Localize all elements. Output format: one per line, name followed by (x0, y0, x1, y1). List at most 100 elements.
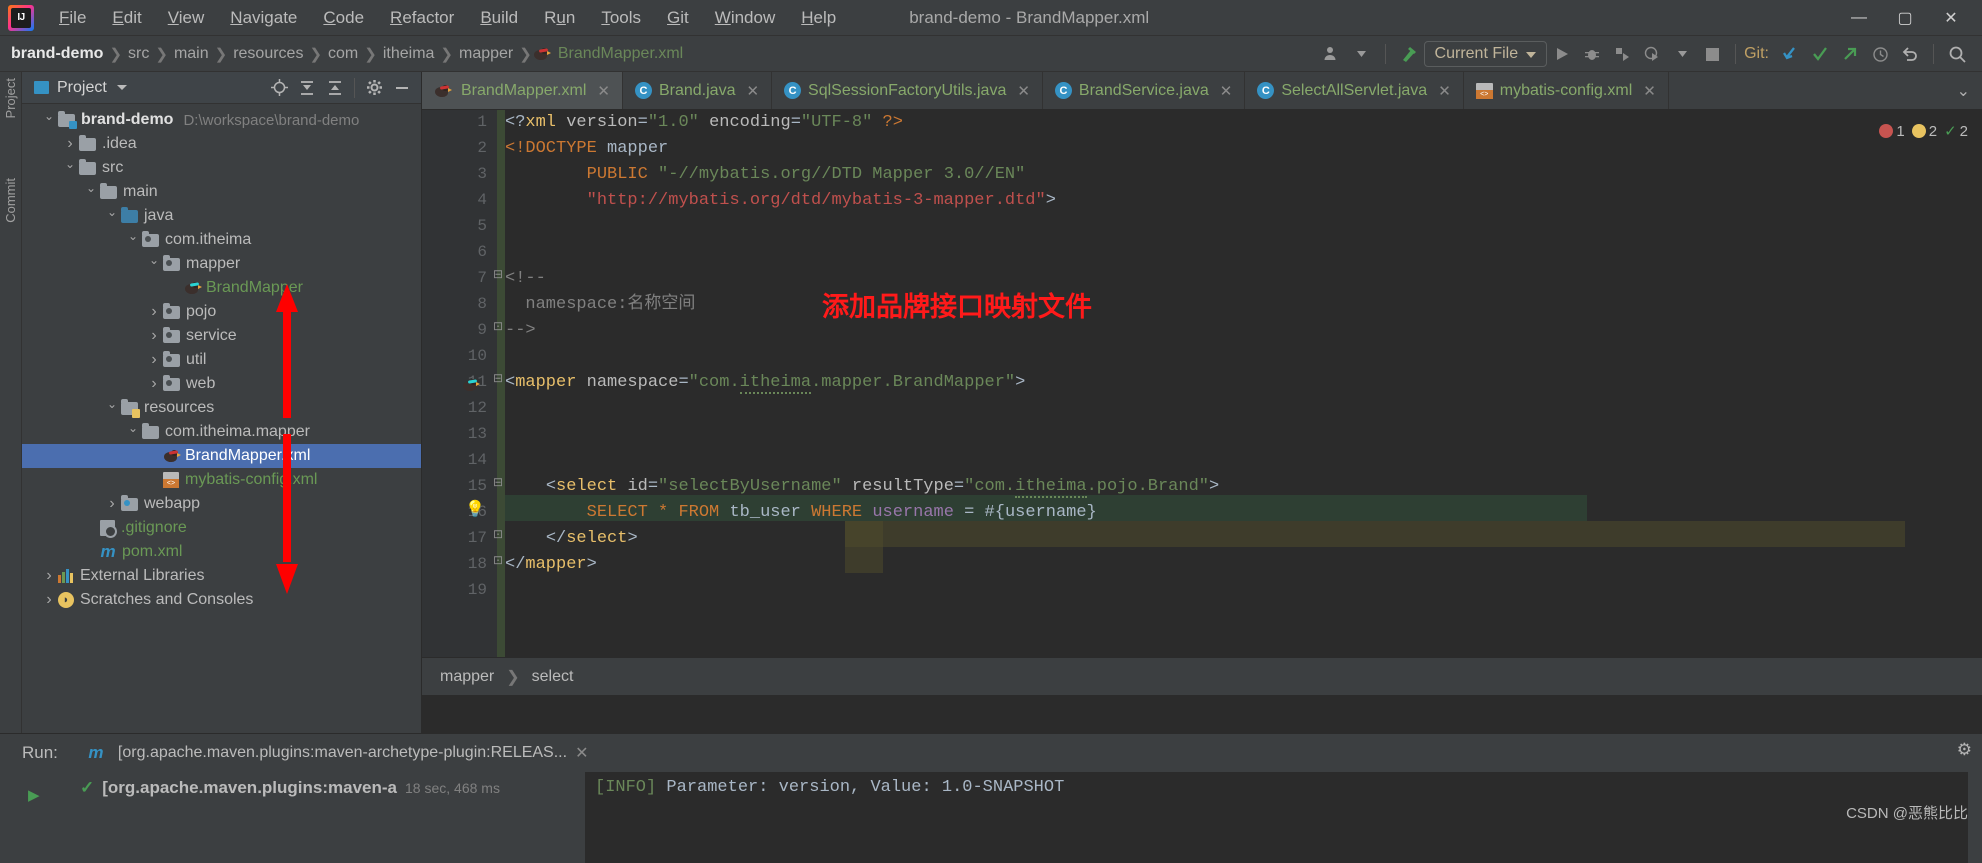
tree-item--gitignore[interactable]: .gitignore (22, 516, 421, 540)
locate-icon[interactable] (266, 75, 292, 101)
menu-window[interactable]: Window (702, 4, 788, 32)
editor-tab-brandmapper-xml[interactable]: BrandMapper.xml ✕ (422, 72, 623, 109)
editor-tab-brandservice-java[interactable]: C BrandService.java ✕ (1043, 72, 1246, 109)
chevron-down-icon[interactable] (61, 161, 79, 175)
tree-item-java[interactable]: java (22, 204, 421, 228)
tree-item-webapp[interactable]: webapp (22, 492, 421, 516)
chevron-right-icon[interactable] (61, 135, 79, 153)
menu-build[interactable]: Build (467, 4, 531, 32)
chevron-down-icon[interactable] (82, 185, 100, 199)
inspection-status[interactable]: 1 2 ✓ 2 (1879, 122, 1968, 140)
run-tab[interactable]: m [org.apache.maven.plugins:maven-archet… (88, 743, 588, 763)
editor-tab-brand-java[interactable]: C Brand.java ✕ (623, 72, 773, 109)
fold-marker-select-start[interactable]: ⊟ (493, 475, 503, 489)
close-tab-icon[interactable]: ✕ (746, 82, 759, 100)
tree-item-com-itheima[interactable]: com.itheima (22, 228, 421, 252)
tree-item-brandmapper[interactable]: BrandMapper (22, 276, 421, 300)
chevron-right-icon[interactable] (145, 327, 163, 345)
menu-code[interactable]: Code (310, 4, 377, 32)
intention-bulb-icon[interactable]: 💡 (465, 499, 485, 519)
console-scrollbar[interactable] (1968, 772, 1982, 863)
stripe-button-commit[interactable]: Commit (3, 178, 18, 223)
more-tabs-chevron-icon[interactable]: ⌄ (1945, 72, 1982, 109)
stripe-button-project[interactable]: Project (3, 78, 18, 118)
breadcrumb-item-0[interactable]: brand-demo (6, 45, 108, 63)
fold-marker-select-end[interactable]: ⊡ (493, 527, 503, 541)
debug-icon[interactable] (1577, 39, 1607, 69)
tree-item-scratches-and-consoles[interactable]: Scratches and Consoles (22, 588, 421, 612)
menu-view[interactable]: View (155, 4, 218, 32)
code-editor[interactable]: 1 2 3 4 5 6 7 8 9 10 11 12 13 14 15 16 1… (422, 110, 1982, 695)
fold-marker-comment-start[interactable]: ⊟ (493, 267, 503, 281)
breadcrumb-item-2[interactable]: main (169, 45, 214, 63)
close-tab-icon[interactable]: ✕ (1438, 82, 1451, 100)
search-everywhere-icon[interactable] (1942, 39, 1972, 69)
chevron-down-icon[interactable] (145, 257, 163, 271)
warning-count-badge[interactable]: 2 (1911, 123, 1937, 140)
chevron-down-icon[interactable] (40, 113, 58, 127)
chevron-down-icon[interactable] (116, 85, 127, 90)
chevron-right-icon[interactable] (40, 567, 58, 585)
rerun-icon[interactable]: ▶ (28, 786, 40, 804)
breadcrumb-item-6[interactable]: mapper (454, 45, 518, 63)
chevron-right-icon[interactable] (145, 303, 163, 321)
run-settings-gear-icon[interactable]: ⚙ (1957, 740, 1972, 760)
revert-icon[interactable] (1895, 39, 1925, 69)
editor-breadcrumb-select[interactable]: select (526, 668, 580, 686)
chevron-right-icon[interactable] (145, 351, 163, 369)
profiler-icon[interactable] (1637, 39, 1667, 69)
tree-item-util[interactable]: util (22, 348, 421, 372)
maximize-button[interactable]: ▢ (1882, 0, 1928, 36)
stop-icon[interactable] (1697, 39, 1727, 69)
settings-gear-icon[interactable] (361, 75, 387, 101)
menu-tools[interactable]: Tools (588, 4, 654, 32)
tree-item-mapper[interactable]: mapper (22, 252, 421, 276)
chevron-right-icon[interactable] (40, 591, 58, 609)
breadcrumb-item-1[interactable]: src (123, 45, 154, 63)
chevron-right-icon[interactable] (145, 375, 163, 393)
menu-run[interactable]: Run (531, 4, 588, 32)
chevron-down-icon[interactable] (103, 401, 121, 415)
breadcrumb-item-5[interactable]: itheima (378, 45, 440, 63)
close-tab-icon[interactable]: ✕ (1017, 82, 1030, 100)
history-icon[interactable] (1865, 39, 1895, 69)
tree-item-external-libraries[interactable]: External Libraries (22, 564, 421, 588)
tree-item-com-itheima-mapper[interactable]: com.itheima.mapper (22, 420, 421, 444)
tree-item-brand-demo[interactable]: brand-demo D:\workspace\brand-demo (22, 108, 421, 132)
chevron-down-icon[interactable] (124, 425, 142, 439)
ok-count-badge[interactable]: ✓ 2 (1944, 122, 1968, 141)
tree-item-service[interactable]: service (22, 324, 421, 348)
breadcrumb-item-4[interactable]: com (323, 45, 363, 63)
fold-marker-mapper-end[interactable]: ⊡ (493, 553, 503, 567)
minimize-button[interactable]: — (1836, 0, 1882, 36)
run-with-coverage-icon[interactable] (1607, 39, 1637, 69)
hammer-build-icon[interactable] (1394, 39, 1424, 69)
menu-git[interactable]: Git (654, 4, 702, 32)
menu-refactor[interactable]: Refactor (377, 4, 467, 32)
tree-item-pojo[interactable]: pojo (22, 300, 421, 324)
editor-tab-selectallservlet-java[interactable]: C SelectAllServlet.java ✕ (1245, 72, 1464, 109)
run-configuration-selector[interactable]: Current File (1423, 41, 1548, 67)
tree-item-brandmapper-xml[interactable]: BrandMapper.xml (22, 444, 421, 468)
hide-panel-icon[interactable] (389, 75, 415, 101)
close-tab-icon[interactable]: ✕ (1643, 82, 1656, 100)
menu-file[interactable]: File (46, 4, 99, 32)
git-commit-icon[interactable] (1805, 39, 1835, 69)
close-run-tab-icon[interactable]: ✕ (575, 743, 588, 763)
chevron-down-icon[interactable] (103, 209, 121, 223)
tree-item-src[interactable]: src (22, 156, 421, 180)
tree-item--idea[interactable]: .idea (22, 132, 421, 156)
fold-marker-comment-end[interactable]: ⊡ (493, 319, 503, 333)
menu-help[interactable]: Help (788, 4, 849, 32)
tree-item-pom-xml[interactable]: m pom.xml (22, 540, 421, 564)
run-icon[interactable] (1547, 39, 1577, 69)
expand-all-icon[interactable] (294, 75, 320, 101)
menu-navigate[interactable]: Navigate (217, 4, 310, 32)
editor-tab-mybatis-config-xml[interactable]: mybatis-config.xml ✕ (1464, 72, 1669, 109)
breadcrumb-item-3[interactable]: resources (228, 45, 308, 63)
user-avatar-icon[interactable] (1317, 39, 1347, 69)
close-tab-icon[interactable]: ✕ (597, 82, 610, 100)
editor-breadcrumb-mapper[interactable]: mapper (434, 668, 500, 686)
git-push-icon[interactable] (1835, 39, 1865, 69)
tree-item-mybatis-config-xml[interactable]: mybatis-config.xml (22, 468, 421, 492)
